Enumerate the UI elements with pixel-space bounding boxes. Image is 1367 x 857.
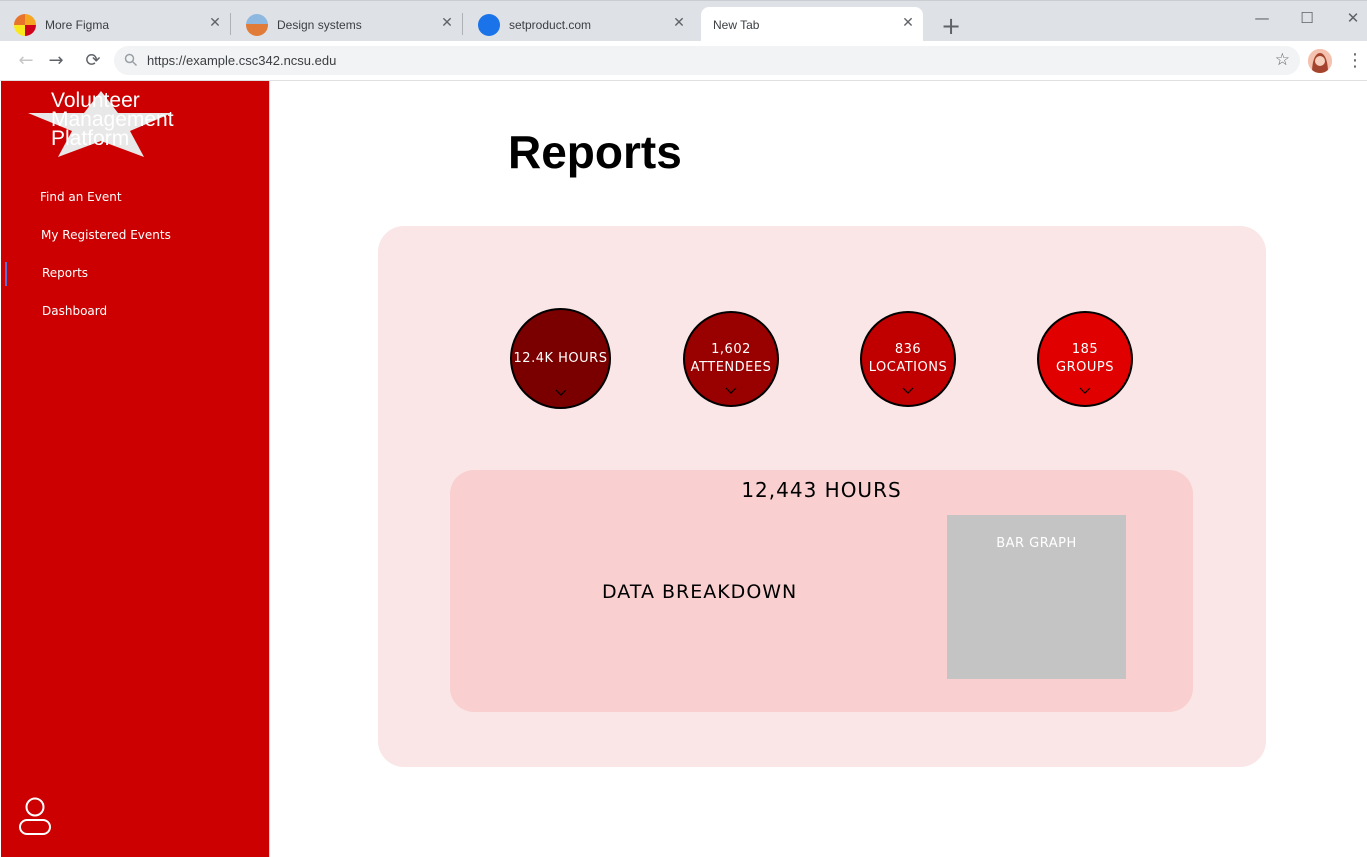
stat-label: GROUPS [1056, 360, 1114, 375]
stat-label: LOCATIONS [868, 360, 948, 375]
tab-title: More Figma [45, 17, 110, 32]
tab-separator [230, 13, 231, 35]
design-systems-favicon-icon [246, 13, 268, 36]
bar-graph-label: BAR GRAPH [996, 536, 1077, 551]
browser-tab[interactable]: setproduct.com ✕ [464, 7, 694, 42]
bar-graph-placeholder: BAR GRAPH [947, 515, 1126, 679]
user-icon[interactable] [18, 796, 52, 836]
browser-menu-icon[interactable]: ⋮ [1346, 50, 1364, 72]
new-tab-icon[interactable]: + [939, 14, 963, 38]
sidebar-item-dashboard[interactable]: Dashboard [1, 298, 269, 326]
tab-title: setproduct.com [509, 17, 592, 32]
chevron-down-icon [725, 387, 737, 394]
stat-attendees[interactable]: 1,602 ATTENDEES [683, 311, 779, 407]
tab-title: Design systems [277, 17, 362, 32]
browser-tab-strip: More Figma ✕ Design systems ✕ setproduct… [0, 0, 1367, 42]
close-tab-icon[interactable]: ✕ [440, 16, 454, 30]
sidebar: Volunteer Management Platform Find an Ev… [1, 81, 269, 857]
sidebar-item-label: Dashboard [42, 304, 108, 318]
figma-favicon-icon [14, 13, 36, 36]
stat-value: 1,602 [711, 342, 751, 357]
close-tab-icon[interactable]: ✕ [672, 16, 686, 30]
maximize-icon[interactable]: ☐ [1292, 7, 1322, 29]
app-logo[interactable]: Volunteer Management Platform [26, 89, 196, 157]
sidebar-divider [269, 81, 270, 857]
browser-toolbar: ← → ⟳ https://example.csc342.ncsu.edu ☆ … [0, 41, 1367, 81]
chevron-down-icon [1079, 387, 1091, 394]
browser-tab[interactable]: Design systems ✕ [232, 7, 463, 42]
total-hours: 12,443 HOURS [741, 478, 902, 502]
stat-value: 836 [894, 342, 922, 357]
stat-hours[interactable]: 12.4K HOURS [510, 308, 611, 409]
chevron-down-icon [555, 389, 566, 396]
sidebar-item-reports[interactable]: Reports [1, 260, 269, 288]
data-breakdown-panel: 12,443 HOURS DATA BREAKDOWN BAR GRAPH [450, 470, 1193, 712]
avatar-face-icon [1308, 49, 1332, 73]
address-bar[interactable]: https://example.csc342.ncsu.edu ☆ [114, 46, 1300, 75]
sidebar-item-find-an-event[interactable]: Find an Event [1, 184, 269, 212]
browser-tab[interactable]: More Figma ✕ [0, 7, 231, 42]
back-icon[interactable]: ← [14, 49, 38, 73]
sidebar-item-label: Reports [42, 266, 89, 280]
sidebar-item-label: My Registered Events [41, 228, 171, 242]
close-window-icon[interactable]: ✕ [1338, 7, 1367, 29]
bookmark-star-icon[interactable]: ☆ [1275, 50, 1290, 70]
setproduct-favicon-icon [478, 13, 500, 36]
data-breakdown-label: DATA BREAKDOWN [602, 581, 798, 603]
url-text: https://example.csc342.ncsu.edu [147, 53, 337, 68]
sidebar-item-label: Find an Event [40, 190, 122, 204]
stat-groups[interactable]: 185 GROUPS [1037, 311, 1133, 407]
close-tab-icon[interactable]: ✕ [208, 16, 222, 30]
reload-icon[interactable]: ⟳ [81, 49, 105, 73]
profile-avatar[interactable] [1308, 49, 1332, 73]
browser-tab-active[interactable]: New Tab ✕ [701, 7, 923, 42]
chevron-down-icon [902, 387, 914, 394]
stat-locations[interactable]: 836 LOCATIONS [860, 311, 956, 407]
forward-icon[interactable]: → [44, 49, 68, 73]
stat-value: 12.4K HOURS [513, 350, 608, 366]
close-tab-icon[interactable]: ✕ [901, 16, 915, 30]
sidebar-item-my-registered-events[interactable]: My Registered Events [1, 222, 269, 250]
logo-text: Volunteer Management Platform [51, 89, 174, 150]
search-icon [124, 53, 138, 67]
tab-title: New Tab [713, 17, 760, 32]
stat-label: ATTENDEES [690, 360, 772, 375]
minimize-icon[interactable]: — [1247, 7, 1277, 29]
tab-separator [462, 13, 463, 35]
stat-value: 185 [1071, 342, 1099, 357]
active-indicator [5, 262, 7, 286]
page-title: Reports [508, 126, 682, 178]
